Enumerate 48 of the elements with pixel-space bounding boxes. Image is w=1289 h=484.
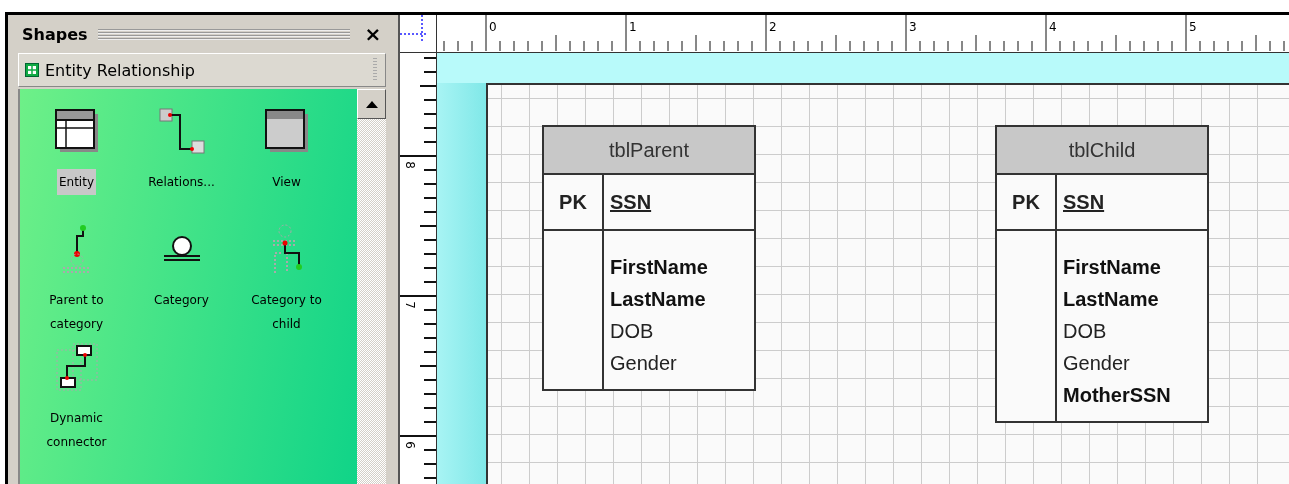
ruler-label: 6 xyxy=(403,441,416,449)
shape-item[interactable]: Parent to category xyxy=(24,287,129,337)
ruler-label: 3 xyxy=(909,21,917,33)
connector-icon xyxy=(271,224,302,274)
grip-handle[interactable] xyxy=(97,28,350,40)
key-label: PK xyxy=(1012,190,1040,214)
ruler-label: 2 xyxy=(769,21,777,33)
entity-table[interactable]: tblParent PK SSN FirstName LastName DOB Gender xyxy=(542,125,756,391)
field-name: LastName xyxy=(1063,287,1160,312)
shape-item[interactable]: View xyxy=(270,169,303,195)
field-name: Gender xyxy=(610,351,678,376)
entity-table[interactable]: tblChild PK SSN FirstName LastName DOB Gender MotherSSN xyxy=(995,125,1209,423)
table-name: tblParent xyxy=(544,127,754,175)
shape-item[interactable]: Entity xyxy=(56,169,96,195)
ruler-label: 5 xyxy=(1189,21,1197,33)
field-name: FirstName xyxy=(610,255,708,280)
field-name: DOB xyxy=(610,319,655,344)
shape-item[interactable]: Relations... xyxy=(146,169,217,195)
stencil-header[interactable]: Entity Relationship xyxy=(18,53,386,87)
table-name: tblChild xyxy=(997,127,1207,175)
ruler-label: 1 xyxy=(629,21,637,33)
panel-title: Shapes xyxy=(22,24,88,44)
connector-icon xyxy=(55,343,98,391)
shape-item[interactable]: Dynamic connector xyxy=(24,405,129,455)
key-label: PK xyxy=(559,190,587,214)
ruler-label: 4 xyxy=(1049,21,1057,33)
ruler-label: 0 xyxy=(489,21,497,33)
up-arrow-icon xyxy=(365,100,378,108)
ruler-label: 8 xyxy=(403,161,416,169)
ruler-label: 7 xyxy=(403,301,416,309)
table-icon xyxy=(54,109,99,153)
key-field: SSN xyxy=(1057,190,1105,214)
key-field: SSN xyxy=(604,190,652,214)
crosshair-icon xyxy=(400,15,428,43)
category-icon xyxy=(161,235,202,263)
field-name: LastName xyxy=(610,287,707,312)
field-name: Gender xyxy=(1063,351,1131,376)
grid-icon xyxy=(25,63,39,77)
close-button[interactable]: × xyxy=(360,22,386,46)
field-name: DOB xyxy=(1063,319,1108,344)
relationship-icon xyxy=(158,108,205,154)
view-icon xyxy=(264,109,309,153)
field-name: FirstName xyxy=(1063,255,1162,280)
scrollbar[interactable] xyxy=(357,89,386,484)
field-name: MotherSSN xyxy=(1063,383,1171,408)
shape-item[interactable]: Category to child xyxy=(234,287,339,337)
shape-item[interactable]: Category xyxy=(152,287,211,313)
scroll-up-button[interactable] xyxy=(357,89,386,119)
